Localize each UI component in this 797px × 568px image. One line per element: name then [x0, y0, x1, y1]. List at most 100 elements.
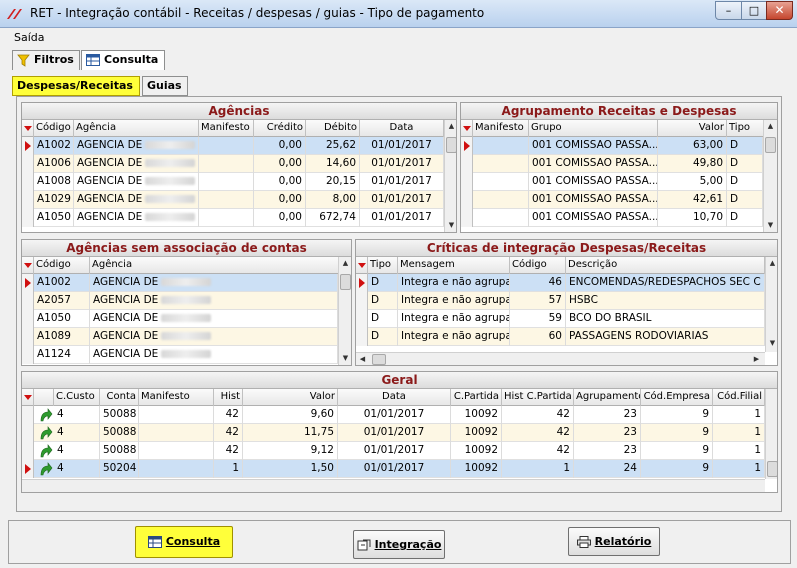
- col-tipo[interactable]: Tipo: [727, 120, 765, 137]
- table-row[interactable]: A2057 AGENCIA DE: [22, 292, 338, 310]
- col-tipo[interactable]: Tipo: [368, 257, 398, 274]
- table-row[interactable]: A1002 AGENCIA DE: [22, 274, 338, 292]
- menu-item-saida[interactable]: Saída: [14, 31, 45, 44]
- table-row[interactable]: 001 COMISSAO PASSA... 49,80 D: [461, 155, 763, 173]
- col-conta[interactable]: Conta: [100, 389, 139, 406]
- table-row[interactable]: A1006 AGENCIA DE 0,00 14,60 01/01/2017: [22, 155, 444, 173]
- col-descricao[interactable]: Descrição: [566, 257, 765, 274]
- scroll-thumb[interactable]: [765, 137, 776, 153]
- scroll-thumb[interactable]: [372, 354, 386, 365]
- row-indicator[interactable]: [22, 328, 34, 346]
- row-indicator[interactable]: [461, 155, 473, 173]
- row-indicator[interactable]: [356, 328, 368, 346]
- col-hist-cpartida[interactable]: Hist C.Partida: [502, 389, 574, 406]
- tab-consulta[interactable]: Consulta: [81, 50, 165, 70]
- row-indicator[interactable]: [356, 274, 368, 292]
- col-credito[interactable]: Crédito: [254, 120, 306, 137]
- row-indicator[interactable]: [356, 310, 368, 328]
- table-row[interactable]: 4 50088 42 9,12 01/01/2017 10092 42 23 9 1: [22, 442, 765, 460]
- table-row[interactable]: D Integra e não agrupa... 57 HSBC: [356, 292, 765, 310]
- row-indicator[interactable]: [22, 274, 34, 292]
- col-valor[interactable]: Valor: [658, 120, 727, 137]
- consulta-button[interactable]: Consulta: [135, 526, 233, 558]
- geral-grid[interactable]: C.Custo Conta Manifesto Hist Valor Data …: [22, 389, 777, 492]
- col-ccusto[interactable]: C.Custo: [54, 389, 100, 406]
- table-row[interactable]: 001 COMISSAO PASSA... 5,00 D: [461, 173, 763, 191]
- row-indicator[interactable]: [22, 424, 34, 442]
- row-indicator[interactable]: [22, 406, 34, 424]
- scroll-down-icon[interactable]: ▼: [339, 352, 351, 365]
- tab-despesas-receitas[interactable]: Despesas/Receitas: [12, 76, 140, 96]
- col-cod-empresa[interactable]: Cód.Empresa: [641, 389, 713, 406]
- col-cod-filial[interactable]: Cód.Filial: [713, 389, 765, 406]
- row-indicator[interactable]: [461, 173, 473, 191]
- table-row[interactable]: D Integra e não agrupa... 59 BCO DO BRASIL: [356, 310, 765, 328]
- table-row[interactable]: A1002 AGENCIA DE 0,00 25,62 01/01/2017: [22, 137, 444, 155]
- col-hist[interactable]: Hist: [214, 389, 243, 406]
- col-data[interactable]: Data: [338, 389, 451, 406]
- relatorio-button[interactable]: Relatório: [568, 527, 660, 556]
- col-data[interactable]: Data: [360, 120, 444, 137]
- scroll-up-icon[interactable]: ▲: [339, 257, 351, 270]
- col-cpartida[interactable]: C.Partida: [451, 389, 502, 406]
- scroll-thumb[interactable]: [340, 274, 351, 290]
- table-row[interactable]: A1029 AGENCIA DE 0,00 8,00 01/01/2017: [22, 191, 444, 209]
- table-row[interactable]: A1050 AGENCIA DE 0,00 672,74 01/01/2017: [22, 209, 444, 227]
- row-indicator[interactable]: [22, 191, 34, 209]
- col-agencia[interactable]: Agência: [90, 257, 339, 274]
- table-row[interactable]: 4 50088 42 9,60 01/01/2017 10092 42 23 9 1: [22, 406, 765, 424]
- row-indicator[interactable]: [22, 460, 34, 478]
- scroll-right-icon[interactable]: ▶: [750, 353, 763, 365]
- row-indicator[interactable]: [22, 346, 34, 364]
- table-row[interactable]: A1050 AGENCIA DE: [22, 310, 338, 328]
- row-indicator[interactable]: [22, 173, 34, 191]
- col-agrupamento[interactable]: Agrupamento: [574, 389, 641, 406]
- tab-guias[interactable]: Guias: [142, 76, 188, 96]
- semassoc-grid[interactable]: Código Agência A1002 AGENCIA DE A2057 AGENC…: [22, 257, 351, 365]
- geral-hscroll[interactable]: [22, 479, 765, 492]
- agencias-grid[interactable]: Código Agência Manifesto Crédito Débito …: [22, 120, 456, 232]
- scroll-down-icon[interactable]: ▼: [766, 337, 777, 350]
- row-indicator[interactable]: [461, 137, 473, 155]
- criticas-hscroll[interactable]: ◀ ▶: [356, 352, 765, 365]
- row-indicator[interactable]: [22, 292, 34, 310]
- agrupamento-vscroll[interactable]: ▲ ▼: [763, 120, 777, 232]
- row-indicator[interactable]: [22, 310, 34, 328]
- col-debito[interactable]: Débito: [306, 120, 360, 137]
- maximize-button[interactable]: □: [741, 1, 767, 20]
- table-row[interactable]: A1008 AGENCIA DE 0,00 20,15 01/01/2017: [22, 173, 444, 191]
- col-agencia[interactable]: Agência: [74, 120, 199, 137]
- table-row[interactable]: A1089 AGENCIA DE: [22, 328, 338, 346]
- table-row[interactable]: 001 COMISSAO PASSA... 42,61 D: [461, 191, 763, 209]
- table-row[interactable]: 001 COMISSAO PASSA... 10,70 D: [461, 209, 763, 227]
- semassoc-vscroll[interactable]: ▲ ▼: [338, 257, 351, 365]
- close-button[interactable]: ✕: [766, 1, 793, 20]
- table-row[interactable]: A1124 AGENCIA DE: [22, 346, 338, 364]
- criticas-vscroll[interactable]: ▲ ▼: [765, 257, 777, 352]
- scroll-up-icon[interactable]: ▲: [445, 120, 456, 133]
- row-indicator[interactable]: [22, 137, 34, 155]
- row-indicator[interactable]: [356, 292, 368, 310]
- row-indicator[interactable]: [22, 209, 34, 227]
- col-grupo[interactable]: Grupo: [529, 120, 658, 137]
- table-row[interactable]: 001 COMISSAO PASSA... 63,00 D: [461, 137, 763, 155]
- scroll-down-icon[interactable]: ▼: [445, 219, 456, 232]
- criticas-grid[interactable]: Tipo Mensagem Código Descrição D Integra …: [356, 257, 777, 365]
- agencias-vscroll[interactable]: ▲ ▼: [444, 120, 456, 232]
- table-row[interactable]: D Integra e não agrupa... 46 ENCOMENDAS/RED…: [356, 274, 765, 292]
- tab-filtros[interactable]: Filtros: [12, 50, 80, 70]
- col-valor[interactable]: Valor: [243, 389, 338, 406]
- row-indicator[interactable]: [22, 442, 34, 460]
- scroll-thumb[interactable]: [446, 137, 456, 153]
- col-codigo[interactable]: Código: [34, 120, 74, 137]
- agrupamento-grid[interactable]: Manifesto Grupo Valor Tipo 001 COMISSAO …: [461, 120, 777, 232]
- table-row[interactable]: 4 50088 42 11,75 01/01/2017 10092 42 23 9 1: [22, 424, 765, 442]
- col-mensagem[interactable]: Mensagem: [398, 257, 510, 274]
- row-indicator[interactable]: [461, 191, 473, 209]
- scroll-up-icon[interactable]: ▲: [766, 257, 777, 270]
- col-manifesto[interactable]: Manifesto: [473, 120, 529, 137]
- col-manifesto[interactable]: Manifesto: [139, 389, 214, 406]
- scroll-up-icon[interactable]: ▲: [764, 120, 777, 133]
- row-indicator[interactable]: [461, 209, 473, 227]
- minimize-button[interactable]: –: [715, 1, 742, 20]
